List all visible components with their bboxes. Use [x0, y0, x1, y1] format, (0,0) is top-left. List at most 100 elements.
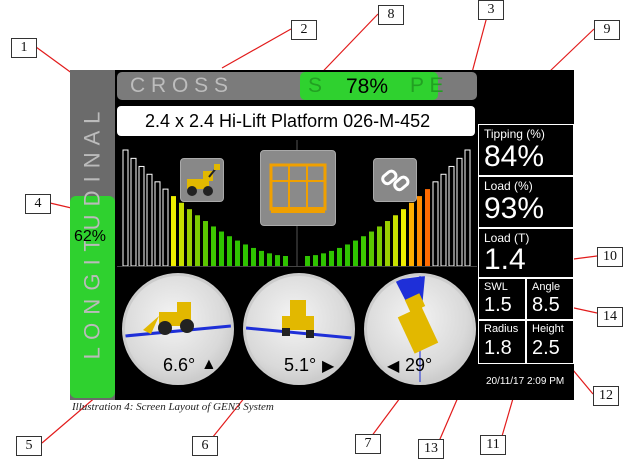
callout-3: 3	[478, 0, 504, 20]
load-bar	[179, 202, 184, 266]
pitch-gauge: 6.6° ▲	[122, 273, 234, 385]
platform-icon	[269, 163, 327, 213]
readout-panel: Tipping (%) 84% Load (%) 93% Load (T) 1.…	[478, 70, 574, 400]
chain-icon-box[interactable]	[373, 158, 417, 202]
load-bar	[130, 157, 137, 266]
radius-value: 1.8	[484, 337, 512, 359]
slew-gauge: ◀ 29°	[364, 273, 476, 385]
height-label: Height	[532, 323, 564, 335]
load-bar	[377, 226, 382, 266]
load-tonnes-value: 1.4	[484, 243, 526, 276]
height-value: 2.5	[532, 337, 560, 359]
load-bar	[337, 247, 342, 266]
pitch-value: 6.6°	[163, 355, 196, 375]
callout-14: 14	[597, 307, 623, 327]
load-percent-value: 93%	[484, 192, 545, 225]
load-bar	[432, 181, 439, 266]
slew-value: 29°	[405, 355, 433, 375]
load-bar	[448, 165, 455, 266]
platform-icon-box[interactable]	[260, 150, 336, 226]
tipping-value: 84%	[484, 140, 545, 173]
load-tonnes-box: Load (T) 1.4	[478, 228, 574, 278]
cross-label-pe: P E	[410, 74, 444, 97]
loader-icon	[187, 164, 220, 196]
load-bar	[219, 231, 224, 266]
load-bar	[187, 209, 192, 266]
swl-box: SWL 1.5	[478, 278, 526, 320]
load-bar	[146, 173, 153, 266]
gauge-divider	[117, 266, 477, 267]
callout-11: 11	[480, 435, 506, 455]
load-bar	[283, 256, 288, 266]
load-bar	[345, 244, 350, 266]
figure-caption: Illustration 4: Screen Layout of GEN3 Sy…	[72, 401, 274, 413]
load-bar	[267, 253, 272, 266]
callout-2: 2	[291, 20, 317, 40]
callout-8: 8	[378, 5, 404, 25]
callout-10: 10	[597, 247, 623, 267]
load-bar	[138, 165, 145, 266]
loader-icon-box[interactable]	[180, 158, 224, 202]
load-bar	[259, 250, 264, 266]
load-bar	[227, 236, 232, 266]
callout-4: 4	[25, 194, 51, 214]
load-bar	[329, 250, 334, 266]
swl-label: SWL	[484, 281, 508, 293]
load-bar	[203, 221, 208, 266]
roll-arrow-icon: ▶	[322, 358, 335, 375]
load-bar	[211, 226, 216, 266]
longitudinal-percent: 62%	[74, 228, 107, 245]
load-bar	[243, 244, 248, 266]
load-bar	[305, 256, 310, 266]
swl-value: 1.5	[484, 294, 512, 316]
slew-arrow-icon: ◀	[387, 358, 400, 375]
callout-1: 1	[11, 38, 37, 58]
load-bar	[417, 196, 422, 266]
roll-value: 5.1°	[284, 355, 317, 375]
load-bar	[321, 253, 326, 266]
radius-box: Radius 1.8	[478, 320, 526, 364]
angle-box: Angle 8.5	[526, 278, 574, 320]
load-bar	[235, 240, 240, 266]
platform-name: 2.4 x 2.4 Hi-Lift Platform 026-M-452	[145, 111, 431, 131]
load-bar	[122, 149, 129, 266]
height-box: Height 2.5	[526, 320, 574, 364]
callout-7: 7	[355, 434, 381, 454]
load-bar	[385, 221, 390, 266]
angle-value: 8.5	[532, 294, 560, 316]
roll-gauge: 5.1° ▶	[243, 273, 355, 385]
tipping-label: Tipping (%)	[484, 127, 545, 141]
load-bar	[440, 173, 447, 266]
load-percent-box: Load (%) 93%	[478, 176, 574, 228]
cross-label: C R O S S	[130, 74, 229, 97]
load-bar	[409, 202, 414, 266]
load-bar	[171, 196, 176, 266]
load-bar	[393, 215, 398, 266]
load-bar	[154, 181, 161, 266]
pitch-arrow-icon: ▲	[201, 356, 217, 373]
callout-6: 6	[192, 436, 218, 456]
load-bar	[361, 236, 366, 266]
callout-12: 12	[593, 386, 619, 406]
load-bar	[162, 188, 169, 266]
load-bar	[195, 215, 200, 266]
chain-link-icon	[381, 169, 410, 192]
callout-13: 13	[418, 439, 444, 459]
radius-label: Radius	[484, 323, 519, 335]
load-bar	[401, 209, 406, 266]
load-bar	[251, 247, 256, 266]
warning-box	[478, 70, 574, 122]
tipping-box: Tipping (%) 84%	[478, 124, 574, 176]
load-bar	[275, 255, 280, 266]
load-bar	[369, 231, 374, 266]
device-screen: L O N G I T U D I N A L 62% C R O S S S …	[70, 70, 478, 400]
cross-percent: 78%	[346, 75, 389, 98]
angle-label: Angle	[532, 281, 561, 293]
callout-5: 5	[16, 436, 42, 456]
datetime: 20/11/17 2:09 PM	[486, 376, 565, 387]
callout-9: 9	[594, 20, 620, 40]
load-percent-label: Load (%)	[484, 179, 533, 193]
cross-label-s: S	[308, 74, 323, 97]
load-bar	[353, 240, 358, 266]
load-bar	[425, 189, 430, 266]
